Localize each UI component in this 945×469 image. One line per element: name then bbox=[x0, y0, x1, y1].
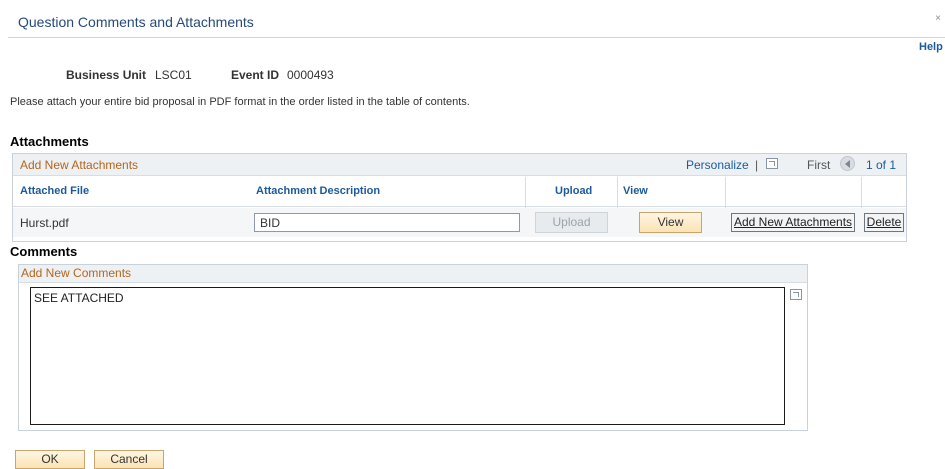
col-header-view: View bbox=[623, 185, 648, 197]
close-icon[interactable]: × bbox=[933, 14, 943, 24]
nav-separator: | bbox=[755, 158, 759, 172]
attachment-description-input[interactable] bbox=[254, 213, 520, 232]
ok-button[interactable]: OK bbox=[15, 450, 85, 469]
business-unit-value: LSC01 bbox=[155, 68, 192, 82]
col-header-attached-file: Attached File bbox=[20, 185, 90, 197]
attached-file-name: Hurst.pdf bbox=[20, 216, 69, 230]
help-link[interactable]: Help bbox=[919, 41, 943, 53]
zoom-icon[interactable] bbox=[766, 158, 778, 169]
instructions-text: Please attach your entire bid proposal i… bbox=[10, 96, 470, 108]
page-title: Question Comments and Attachments bbox=[18, 14, 254, 30]
attachments-heading: Attachments bbox=[10, 134, 89, 149]
comments-textarea[interactable]: SEE ATTACHED bbox=[30, 287, 785, 425]
add-new-attachments-button[interactable]: Add New Attachments bbox=[731, 213, 855, 232]
col-header-upload: Upload bbox=[555, 185, 593, 197]
comments-heading: Comments bbox=[10, 244, 78, 259]
col-header-attachment-description: Attachment Description bbox=[256, 185, 381, 197]
event-id-label: Event ID bbox=[231, 68, 280, 82]
comments-box-title: Add New Comments bbox=[21, 266, 132, 280]
event-id-value: 0000493 bbox=[287, 68, 334, 82]
comments-header bbox=[19, 265, 807, 283]
column-header-row bbox=[13, 177, 906, 207]
prev-icon[interactable] bbox=[840, 156, 855, 171]
attachments-grid-title: Add New Attachments bbox=[20, 158, 139, 172]
row-count: 1 of 1 bbox=[866, 158, 897, 172]
personalize-link[interactable]: Personalize bbox=[686, 158, 749, 172]
zoom-icon[interactable] bbox=[790, 289, 802, 300]
business-unit-label: Business Unit bbox=[66, 68, 147, 82]
upload-button[interactable]: Upload bbox=[535, 212, 608, 233]
view-button[interactable]: View bbox=[639, 212, 702, 233]
first-label: First bbox=[807, 158, 831, 172]
delete-button[interactable]: Delete bbox=[864, 213, 904, 232]
cancel-button[interactable]: Cancel bbox=[94, 450, 164, 469]
title-divider bbox=[8, 37, 945, 38]
